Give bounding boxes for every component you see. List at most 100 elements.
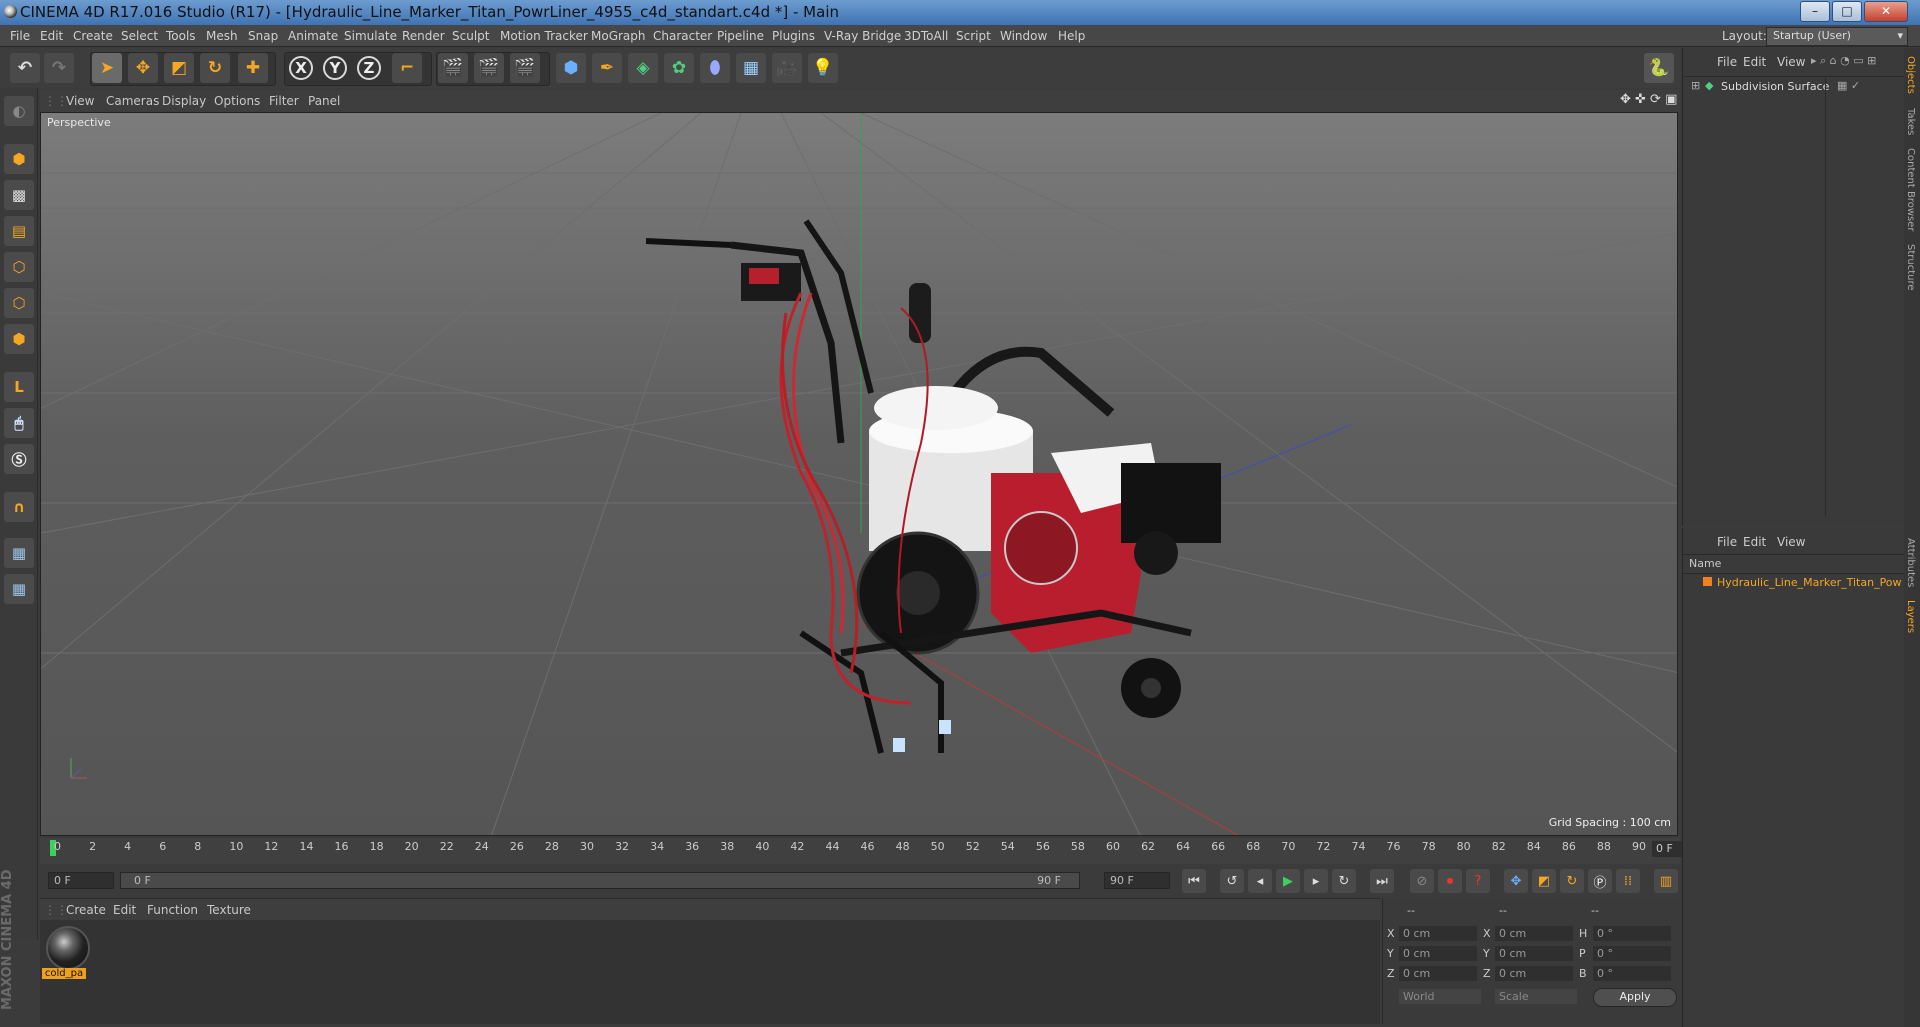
next-frame-button[interactable]: ▸	[1304, 869, 1328, 893]
add-floor-button[interactable]: ▦	[736, 53, 766, 83]
key-parameter-button[interactable]: Ⓟ	[1588, 869, 1612, 893]
key-pla-button[interactable]: ⁞⁞	[1616, 869, 1640, 893]
object-row[interactable]: ⊞ ◆ Subdivision Surface ▦ ✓	[1685, 78, 1903, 96]
pos-x-field[interactable]: 0 cm	[1399, 926, 1477, 941]
viewport-menu-panel[interactable]: Panel	[308, 94, 340, 108]
points-mode-button[interactable]: ⬡	[4, 252, 34, 282]
material-menu-function[interactable]: Function	[147, 903, 198, 917]
render-settings-button[interactable]: 🎬	[510, 53, 540, 83]
end-frame-field[interactable]: 90 F	[1104, 872, 1170, 889]
key-rotation-button[interactable]: ↻	[1560, 869, 1584, 893]
add-subdivision-surface-button[interactable]: ◈	[628, 53, 658, 83]
y-axis-lock-button[interactable]: Y	[320, 53, 350, 83]
tab-objects[interactable]: Objects	[1905, 56, 1916, 94]
tweak-mode-button[interactable]: 🖱	[4, 408, 34, 438]
menu-select[interactable]: Select	[121, 29, 158, 43]
python-button[interactable]: 🐍	[1644, 53, 1674, 83]
autokey-button[interactable]: ⏺	[1438, 869, 1462, 893]
magnet-button[interactable]: ∩	[4, 492, 34, 522]
rot-b-field[interactable]: 0 °	[1593, 966, 1671, 981]
workplane-lock-button[interactable]: ▦	[4, 538, 34, 568]
keyframe-selection-button[interactable]: ?	[1466, 869, 1490, 893]
layer-menu-file[interactable]: File	[1717, 535, 1737, 549]
tab-attributes[interactable]: Attributes	[1905, 538, 1916, 587]
menu-pipeline[interactable]: Pipeline	[717, 29, 764, 43]
workplane-align-button[interactable]: ▦	[4, 574, 34, 604]
menu-vray-bridge[interactable]: V-Ray Bridge	[824, 29, 901, 43]
add-deformer-button[interactable]: ⬮	[700, 53, 730, 83]
menu-render[interactable]: Render	[402, 29, 445, 43]
minimize-button[interactable]: –	[1800, 1, 1830, 22]
apply-button[interactable]: Apply	[1593, 988, 1677, 1007]
tab-structure[interactable]: Structure	[1905, 244, 1916, 291]
material-menu-create[interactable]: Create	[66, 903, 106, 917]
object-menu-edit[interactable]: Edit	[1743, 55, 1766, 69]
previous-key-button[interactable]: ↺	[1220, 869, 1244, 893]
key-scale-button[interactable]: ◩	[1532, 869, 1556, 893]
menu-mograph[interactable]: MoGraph	[591, 29, 646, 43]
recent-tool-button[interactable]: ✚	[238, 53, 268, 83]
menu-character[interactable]: Character	[653, 29, 712, 43]
texture-mode-button[interactable]: ▩	[4, 180, 34, 210]
tab-content-browser[interactable]: Content Browser	[1905, 148, 1916, 231]
menu-motion-tracker[interactable]: Motion Tracker	[500, 29, 588, 43]
menu-sculpt[interactable]: Sculpt	[452, 29, 489, 43]
timeline-ruler[interactable]: 0 2 4 6 8 10 12 14 16 18 20 22 24 26 28 30 32 34 36 38 40 42 4…	[40, 838, 1718, 864]
menu-plugins[interactable]: Plugins	[772, 29, 815, 43]
visibility-check-icon[interactable]: ▦ ✓	[1837, 79, 1860, 92]
axis-mode-button[interactable]: L	[4, 372, 34, 402]
object-menu-view[interactable]: View	[1777, 55, 1805, 69]
menu-simulate[interactable]: Simulate	[344, 29, 397, 43]
start-frame-field[interactable]: 0 F	[48, 872, 114, 889]
next-key-button[interactable]: ↻	[1332, 869, 1356, 893]
menu-file[interactable]: File	[10, 29, 30, 43]
record-keys-button[interactable]: ⊘	[1410, 869, 1434, 893]
key-position-button[interactable]: ✥	[1504, 869, 1528, 893]
rot-h-field[interactable]: 0 °	[1593, 926, 1671, 941]
coordinate-mode-select[interactable]: World	[1399, 989, 1481, 1004]
go-to-end-button[interactable]: ⏭	[1370, 869, 1394, 893]
menu-snap[interactable]: Snap	[248, 29, 278, 43]
viewport-menu-filter[interactable]: Filter	[269, 94, 299, 108]
viewport-navigate-icons[interactable]: ✥ ✜ ⟳ ▣	[1620, 92, 1677, 107]
perspective-viewport[interactable]: Perspective Grid Spacing : 100 cm	[40, 112, 1678, 836]
previous-frame-button[interactable]: ◂	[1248, 869, 1272, 893]
size-x-field[interactable]: 0 cm	[1495, 926, 1573, 941]
menu-tools[interactable]: Tools	[166, 29, 196, 43]
redo-button[interactable]: ↷	[44, 53, 74, 83]
viewport-menu-cameras[interactable]: Cameras	[106, 94, 159, 108]
x-axis-lock-button[interactable]: X	[286, 53, 316, 83]
z-axis-lock-button[interactable]: Z	[354, 53, 384, 83]
workplane-mode-button[interactable]: ▤	[4, 216, 34, 246]
add-camera-button[interactable]: 🎥	[772, 53, 802, 83]
layer-menu-view[interactable]: View	[1777, 535, 1805, 549]
size-y-field[interactable]: 0 cm	[1495, 946, 1573, 961]
viewport-menu-options[interactable]: Options	[214, 94, 260, 108]
add-spline-pen-button[interactable]: ✒	[592, 53, 622, 83]
size-mode-select[interactable]: Scale	[1495, 989, 1577, 1004]
object-menu-file[interactable]: File	[1717, 55, 1737, 69]
menu-edit[interactable]: Edit	[40, 29, 63, 43]
menu-window[interactable]: Window	[1000, 29, 1047, 43]
render-view-button[interactable]: 🎬	[438, 53, 468, 83]
menu-3dtoall[interactable]: 3DToAll	[904, 29, 948, 43]
layer-menu-edit[interactable]: Edit	[1743, 535, 1766, 549]
material-menu-texture[interactable]: Texture	[207, 903, 251, 917]
timeline-window-button[interactable]: ▥	[1654, 869, 1678, 893]
snap-button[interactable]: Ⓢ	[4, 444, 34, 474]
material-menu-edit[interactable]: Edit	[113, 903, 136, 917]
add-cube-button[interactable]: ⬢	[556, 53, 586, 83]
layout-select[interactable]: Startup (User) ▾	[1766, 27, 1908, 46]
object-manager-tool-icons[interactable]: ▸ ⌕ ⌂ ◔ ▭ ⊞	[1811, 54, 1876, 68]
move-tool-button[interactable]: ✥	[128, 53, 158, 83]
add-array-button[interactable]: ✿	[664, 53, 694, 83]
edges-mode-button[interactable]: ⬡	[4, 288, 34, 318]
tab-layers[interactable]: Layers	[1905, 600, 1916, 633]
add-light-button[interactable]: 💡	[808, 53, 838, 83]
menu-animate[interactable]: Animate	[288, 29, 338, 43]
coordinate-system-button[interactable]: ⌐	[392, 53, 422, 83]
live-selection-button[interactable]: ➤	[92, 53, 122, 83]
polygons-mode-button[interactable]: ⬢	[4, 324, 34, 354]
render-to-picture-viewer-button[interactable]: 🎬	[474, 53, 504, 83]
close-button[interactable]: ✕	[1864, 1, 1908, 22]
